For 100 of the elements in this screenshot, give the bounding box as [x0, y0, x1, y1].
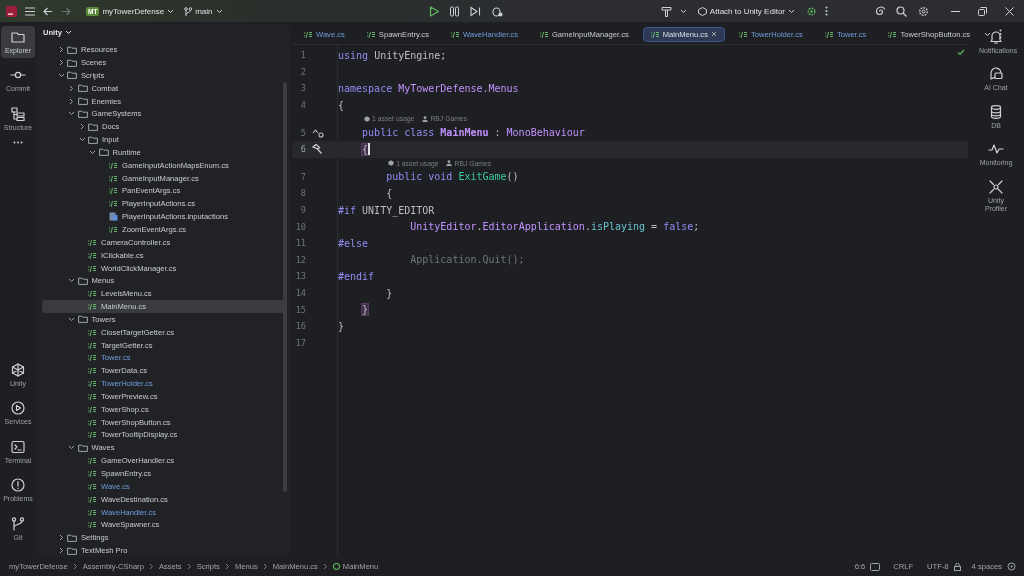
more-icon[interactable] [825, 6, 828, 16]
run-configuration-selector[interactable]: Attach to Unity Editor [694, 4, 798, 18]
code-line: namespace MyTowerDefense.Menus [338, 83, 519, 94]
folder-icon [77, 84, 88, 93]
check-icon [957, 49, 965, 56]
class-icon [332, 563, 340, 570]
csharp-file-icon [88, 470, 97, 477]
chevron-right-icon [72, 563, 78, 570]
csharp-file-icon [88, 238, 97, 246]
menu-icon[interactable] [25, 6, 35, 16]
inspection-icon[interactable] [1007, 562, 1016, 571]
csharp-file-icon [109, 187, 118, 195]
play-circle-icon [10, 400, 26, 417]
code-line: } [338, 320, 345, 332]
person-icon [422, 115, 429, 122]
close-icon[interactable] [710, 31, 717, 37]
csharp-file-icon [88, 380, 97, 388]
csharp-file-icon [824, 30, 834, 38]
hammer-icon[interactable] [660, 5, 672, 17]
line-number: 5 [299, 127, 306, 138]
ai-spiral-icon[interactable] [874, 5, 885, 17]
csharp-file-icon [539, 30, 549, 38]
folder-icon [77, 97, 88, 106]
code-line: using UnityEngine; [338, 49, 447, 61]
csharp-file-icon [88, 495, 97, 503]
folder-icon [10, 29, 26, 45]
cube-icon [10, 362, 26, 379]
line-number: 2 [299, 66, 306, 77]
pause-icon[interactable] [448, 5, 460, 17]
settings-icon[interactable] [918, 5, 929, 17]
hammer-icon[interactable] [312, 144, 322, 155]
chevron-down-icon [215, 8, 223, 14]
folder-icon [77, 443, 88, 452]
csharp-file-icon [109, 174, 118, 182]
code-line: #endif [338, 270, 375, 282]
csharp-file-icon [88, 264, 97, 272]
line-number: 15 [294, 304, 306, 315]
csharp-file-icon [88, 508, 97, 516]
csharp-file-icon [304, 30, 313, 38]
more-icon[interactable] [13, 141, 23, 145]
code-line: Application.Quit(); [409, 254, 525, 266]
profiler-icon [988, 178, 1004, 195]
folder-icon [77, 276, 88, 285]
csharp-file-icon [888, 30, 898, 38]
chevron-right-icon [148, 563, 154, 570]
csharp-file-icon [738, 30, 748, 38]
csharp-file-icon [88, 521, 97, 529]
chevron-right-icon [262, 563, 268, 570]
line-number: 11 [294, 238, 306, 249]
search-icon[interactable] [896, 5, 907, 17]
asset-file-icon [109, 212, 118, 222]
csharp-file-icon [650, 30, 660, 38]
settings-icon[interactable] [806, 5, 817, 17]
chevron-down-icon [65, 29, 72, 35]
structure-icon [10, 105, 26, 122]
line-number: 10 [294, 221, 306, 232]
branch-icon [10, 515, 26, 532]
bell-icon [988, 29, 1004, 45]
text-lens-icon[interactable] [870, 562, 881, 571]
chevron-right-icon [322, 563, 328, 570]
line-number: 3 [299, 83, 306, 94]
line-number: 12 [294, 254, 306, 265]
line-number: 9 [299, 205, 306, 216]
lock-icon[interactable] [953, 562, 961, 571]
csharp-file-icon [88, 354, 97, 362]
chevron-down-icon [984, 31, 992, 37]
exclamation-circle-icon [10, 477, 26, 494]
csharp-file-icon [88, 418, 97, 426]
csharp-file-icon [366, 30, 376, 38]
code-line: { [338, 99, 345, 111]
close-icon[interactable] [1005, 6, 1014, 16]
csharp-file-icon [450, 30, 460, 38]
csharp-file-icon [88, 392, 97, 400]
csharp-file-icon [109, 200, 118, 208]
run-icon[interactable] [428, 5, 439, 17]
csharp-file-icon [88, 303, 97, 311]
csharp-file-icon [88, 405, 97, 413]
line-number: 6 [299, 144, 306, 155]
chevron-down-icon [679, 8, 687, 14]
csharp-file-icon [88, 431, 97, 439]
implements-icon[interactable] [312, 127, 324, 138]
branch-icon [184, 6, 193, 16]
text-caret [368, 143, 370, 156]
csharp-file-icon [88, 251, 97, 259]
csharp-file-icon [109, 161, 118, 169]
code-line: #if UNITY_EDITOR [338, 204, 435, 216]
forward-icon[interactable] [61, 6, 71, 16]
line-number: 13 [294, 271, 306, 282]
chevron-down-icon [167, 8, 175, 14]
line-number: 16 [294, 321, 306, 332]
branch-selector[interactable]: main [181, 4, 226, 18]
line-number: 4 [299, 100, 306, 111]
code-line: public class MainMenu : MonoBehaviour [361, 127, 585, 139]
back-icon[interactable] [43, 6, 53, 16]
code-line: { [385, 187, 393, 199]
database-icon [988, 103, 1004, 120]
restore-icon[interactable] [978, 6, 987, 16]
step-icon[interactable] [469, 5, 481, 17]
chevron-down-icon [788, 8, 795, 14]
csharp-file-icon [88, 328, 97, 336]
